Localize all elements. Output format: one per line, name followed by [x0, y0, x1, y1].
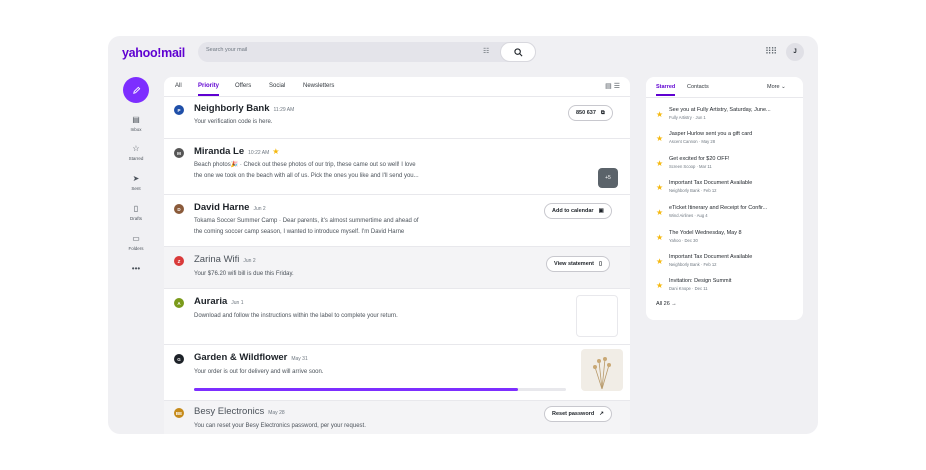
star-outline-icon: ☆ [132, 144, 140, 153]
message-snippet: Your verification code is here. [194, 119, 273, 125]
compose-button[interactable] [123, 77, 149, 103]
rail-label: Drafts [129, 216, 142, 221]
sender-name: Zarina Wifi Jun 2 [194, 254, 256, 265]
dried-flowers-image [593, 357, 611, 390]
star-icon[interactable]: ★ [656, 257, 663, 266]
starred-panel: Starred Contacts More ⌄ ★ See you at Full… [646, 77, 803, 320]
divider [646, 97, 803, 98]
message-snippet: Your $76.20 wifi bill is due this Friday… [194, 271, 294, 277]
delivery-progress-bar [194, 388, 566, 391]
copy-code-button[interactable]: 850 637 ⧉ [568, 105, 613, 121]
tab-social[interactable]: Social [269, 83, 285, 89]
tab-all[interactable]: All [175, 83, 182, 89]
sender-avatar: P [174, 105, 184, 115]
message-snippet: Download and follow the instructions wit… [194, 313, 398, 319]
arrow-up-right-icon: ↗ [599, 411, 604, 417]
send-icon: ➤ [132, 174, 140, 183]
sender-name: Besy Electronics May 28 [194, 406, 285, 417]
message-row[interactable]: P Neighborly Bank 11:29 AM Your verificat… [164, 97, 630, 139]
tab-offers[interactable]: Offers [235, 83, 251, 89]
search-bar[interactable]: Search your mail ☷ [198, 42, 536, 62]
message-snippet: You can reset your Besy Electronics pass… [194, 423, 366, 429]
product-image[interactable] [581, 349, 623, 391]
document-icon: ▯ [598, 261, 602, 267]
star-icon[interactable]: ★ [656, 134, 663, 143]
message-row[interactable]: BE Besy Electronics May 28 You can reset … [164, 401, 630, 434]
message-row[interactable]: G Garden & Wildflower May 31 Your order i… [164, 345, 630, 401]
avatar[interactable]: J [786, 43, 804, 61]
arrow-right-icon: → [671, 301, 677, 307]
draft-icon: ▯ [133, 204, 139, 213]
rail-starred[interactable]: ☆ Starred [118, 144, 154, 161]
sender-name: Auraria Jun 1 [194, 296, 244, 307]
message-row[interactable]: D David Harne Jun 2 Tokama Soccer Summer … [164, 195, 630, 247]
view-all-link[interactable]: All 26 → [656, 301, 677, 307]
star-icon[interactable]: ★ [656, 110, 663, 119]
tab-priority[interactable]: Priority [198, 83, 220, 96]
message-row[interactable]: M Miranda Le 10:22 AM ★ Beach photos🎉 · Ch… [164, 139, 630, 195]
view-statement-button[interactable]: View statement ▯ [546, 256, 610, 272]
message-snippet: Your order is out for delivery and will … [194, 369, 324, 375]
star-icon[interactable]: ★ [656, 159, 663, 168]
copy-icon: ⧉ [600, 109, 605, 116]
rail-folders[interactable]: ▭ Folders [118, 234, 154, 251]
rail-drafts[interactable]: ▯ Drafts [118, 204, 154, 221]
sender-avatar: Z [174, 256, 184, 266]
message-row[interactable]: A Auraria Jun 1 Download and follow the i… [164, 289, 630, 345]
filter-icon[interactable]: ☷ [483, 47, 489, 55]
search-button[interactable] [500, 42, 536, 62]
message-row[interactable]: Z Zarina Wifi Jun 2 Your $76.20 wifi bill… [164, 247, 630, 289]
sender-avatar: A [174, 298, 184, 308]
view-toggle-icon[interactable]: ▤ ☰ [605, 82, 620, 90]
message-snippet: Tokama Soccer Summer Camp · Dear parents… [194, 218, 419, 235]
tab-bar: All Priority Offers Social Newsletters ▤… [164, 77, 630, 97]
sender-avatar: G [174, 354, 184, 364]
star-icon[interactable]: ★ [272, 147, 279, 156]
star-icon[interactable]: ★ [656, 183, 663, 192]
tab-contacts[interactable]: Contacts [687, 84, 709, 90]
sender-avatar: D [174, 204, 184, 214]
rail-label: Starred [128, 156, 144, 161]
star-icon[interactable]: ★ [656, 208, 663, 217]
yahoo-mail-logo[interactable]: yahoo!mail [122, 46, 185, 60]
pencil-icon [132, 86, 140, 94]
sender-avatar: M [174, 148, 184, 158]
sender-name: David Harne Jun 2 [194, 202, 266, 213]
attachment-thumbnail[interactable] [576, 295, 618, 337]
more-dropdown[interactable]: More ⌄ [767, 84, 786, 90]
mail-window: yahoo!mail Search your mail ☷ ⠿⠿ J ▤ Inb… [108, 36, 818, 434]
reset-password-button[interactable]: Reset password ↗ [544, 406, 612, 422]
chevron-down-icon: ⌄ [781, 84, 786, 90]
message-list: All Priority Offers Social Newsletters ▤… [164, 77, 630, 434]
sender-name: Neighborly Bank 11:29 AM [194, 103, 295, 114]
add-to-calendar-button[interactable]: Add to calendar ▣ [544, 203, 612, 219]
tab-newsletters[interactable]: Newsletters [303, 83, 334, 89]
apps-grid-icon[interactable]: ⠿⠿ [765, 46, 777, 57]
rail-label: Sent [131, 186, 141, 191]
inbox-icon: ▤ [132, 115, 140, 124]
sender-name: Miranda Le 10:22 AM ★ [194, 146, 280, 157]
folder-icon: ▭ [132, 234, 140, 243]
search-icon [513, 47, 522, 56]
star-icon[interactable]: ★ [656, 281, 663, 290]
photo-count-badge[interactable]: +5 [598, 168, 618, 188]
message-snippet: Beach photos🎉 · Check out these photos o… [194, 162, 419, 179]
sender-avatar: BE [174, 408, 184, 418]
search-input[interactable]: Search your mail [206, 47, 247, 53]
rail-sent[interactable]: ➤ Sent [118, 174, 154, 191]
sender-name: Garden & Wildflower May 31 [194, 352, 308, 363]
star-icon[interactable]: ★ [656, 233, 663, 242]
rail-label: Inbox [130, 127, 142, 132]
tab-starred[interactable]: Starred [656, 84, 676, 96]
calendar-icon: ▣ [598, 208, 604, 214]
more-options-icon[interactable]: ••• [118, 264, 154, 274]
rail-label: Folders [128, 246, 144, 251]
rail-inbox[interactable]: ▤ Inbox [118, 115, 154, 132]
